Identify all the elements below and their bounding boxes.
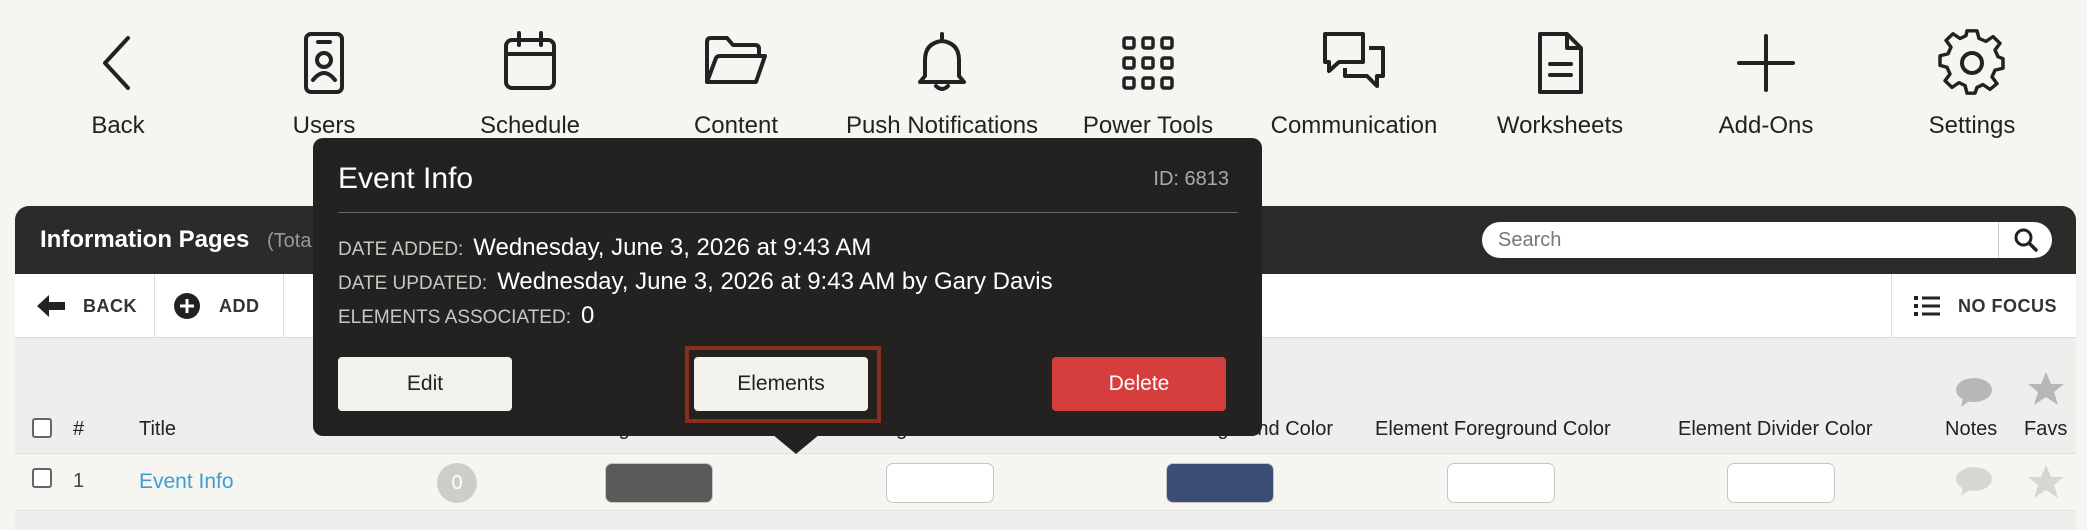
search-icon bbox=[2014, 228, 2038, 252]
date-added-row: DATE ADDED: Wednesday, June 3, 2026 at 9:… bbox=[338, 234, 871, 262]
nav-label: Communication bbox=[1270, 112, 1438, 139]
calendar-icon bbox=[495, 28, 565, 98]
elements-associated-row: ELEMENTS ASSOCIATED: 0 bbox=[338, 302, 594, 330]
notes-header-icon bbox=[1956, 378, 1992, 407]
bell-icon bbox=[907, 28, 977, 98]
favorite-star-icon[interactable] bbox=[2027, 463, 2065, 501]
document-icon bbox=[1525, 28, 1595, 98]
arrow-left-icon bbox=[37, 295, 65, 317]
panel-title: Information Pages bbox=[40, 226, 250, 253]
row-title-link[interactable]: Event Info bbox=[139, 470, 234, 494]
element-foreground-color-swatch[interactable] bbox=[1447, 463, 1555, 503]
plus-icon bbox=[1731, 28, 1801, 98]
toolbar-divider bbox=[154, 274, 155, 338]
element-divider-color-swatch[interactable] bbox=[1727, 463, 1835, 503]
nav-content[interactable]: Content bbox=[636, 28, 836, 140]
column-header-element-divider-color[interactable]: Element Divider Color bbox=[1678, 418, 1873, 441]
popup-pointer bbox=[772, 434, 820, 454]
elements-associated-value: 0 bbox=[580, 302, 595, 329]
elements-count-badge[interactable]: 0 bbox=[437, 463, 477, 503]
search-box bbox=[1482, 222, 2052, 258]
element-background-color-swatch[interactable] bbox=[1166, 463, 1274, 503]
column-header-title[interactable]: Title bbox=[139, 418, 176, 441]
toolbar-divider bbox=[1891, 274, 1892, 338]
add-button[interactable]: ADD bbox=[173, 274, 260, 338]
nav-label: Worksheets bbox=[1496, 112, 1624, 139]
column-header-favs: Favs bbox=[2024, 418, 2068, 440]
delete-button[interactable]: Delete bbox=[1052, 357, 1226, 411]
popup-divider bbox=[338, 212, 1238, 213]
popup-id: ID: 6813 bbox=[1153, 168, 1229, 190]
nav-label: Schedule bbox=[479, 112, 581, 139]
elements-associated-label: ELEMENTS ASSOCIATED: bbox=[338, 307, 571, 328]
back-button[interactable]: BACK bbox=[37, 274, 137, 338]
background-color-swatch[interactable] bbox=[605, 463, 713, 503]
nav-label: Settings bbox=[1928, 112, 2016, 139]
nav-label: Content bbox=[693, 112, 779, 139]
nav-settings[interactable]: Settings bbox=[1872, 28, 2072, 140]
search-input[interactable] bbox=[1482, 222, 1992, 258]
foreground-color-swatch[interactable] bbox=[886, 463, 994, 503]
column-header-number: # bbox=[73, 418, 85, 440]
notes-icon[interactable] bbox=[1955, 465, 1993, 497]
chat-bubbles-icon bbox=[1319, 28, 1389, 98]
date-added-label: DATE ADDED: bbox=[338, 239, 464, 260]
nav-communication[interactable]: Communication bbox=[1254, 28, 1454, 140]
nav-label: Push Notifications bbox=[845, 112, 1039, 139]
folder-open-icon bbox=[701, 28, 771, 98]
chevron-left-icon bbox=[83, 28, 153, 98]
toolbar-divider bbox=[283, 274, 284, 338]
back-button-label: BACK bbox=[83, 295, 137, 316]
id-badge-icon bbox=[289, 28, 359, 98]
no-focus-label: NO FOCUS bbox=[1958, 295, 2058, 316]
select-all-checkbox[interactable] bbox=[32, 418, 52, 438]
nav-worksheets[interactable]: Worksheets bbox=[1460, 28, 1660, 140]
add-button-label: ADD bbox=[219, 295, 260, 316]
panel-total-count: (Tota bbox=[267, 230, 312, 252]
nav-users[interactable]: Users bbox=[224, 28, 424, 140]
search-button[interactable] bbox=[1998, 222, 2052, 258]
date-added-value: Wednesday, June 3, 2026 at 9:43 AM bbox=[473, 234, 872, 261]
row-checkbox[interactable] bbox=[32, 468, 52, 488]
column-header-element-foreground-color[interactable]: Element Foreground Color bbox=[1375, 418, 1611, 441]
nav-label: Users bbox=[292, 112, 356, 139]
column-header-notes: Notes bbox=[1945, 418, 1998, 440]
nav-schedule[interactable]: Schedule bbox=[430, 28, 630, 140]
nav-power-tools[interactable]: Power Tools bbox=[1048, 28, 1248, 140]
nav-add-ons[interactable]: Add-Ons bbox=[1666, 28, 1866, 140]
nav-label: Add-Ons bbox=[1718, 112, 1814, 139]
favs-header-icon bbox=[2028, 372, 2064, 405]
list-icon bbox=[1914, 296, 1940, 316]
elements-button-highlight bbox=[685, 346, 881, 423]
gear-icon bbox=[1937, 28, 2007, 98]
no-focus-button[interactable]: NO FOCUS bbox=[1914, 274, 2057, 338]
nav-push-notifications[interactable]: Push Notifications bbox=[842, 28, 1042, 140]
row-number: 1 bbox=[73, 470, 85, 492]
popup-title: Event Info bbox=[338, 162, 474, 195]
edit-button[interactable]: Edit bbox=[338, 357, 512, 411]
nav-back[interactable]: Back bbox=[18, 28, 218, 140]
nav-label: Power Tools bbox=[1082, 112, 1214, 139]
top-navigation: Back Users Schedule Content Push Notific… bbox=[0, 0, 2087, 150]
date-updated-row: DATE UPDATED: Wednesday, June 3, 2026 at … bbox=[338, 268, 1053, 296]
date-updated-value: Wednesday, June 3, 2026 at 9:43 AM by Ga… bbox=[497, 268, 1053, 295]
plus-circle-icon bbox=[174, 293, 200, 319]
grid-dots-icon bbox=[1113, 28, 1183, 98]
nav-label: Back bbox=[91, 112, 145, 139]
date-updated-label: DATE UPDATED: bbox=[338, 273, 488, 294]
